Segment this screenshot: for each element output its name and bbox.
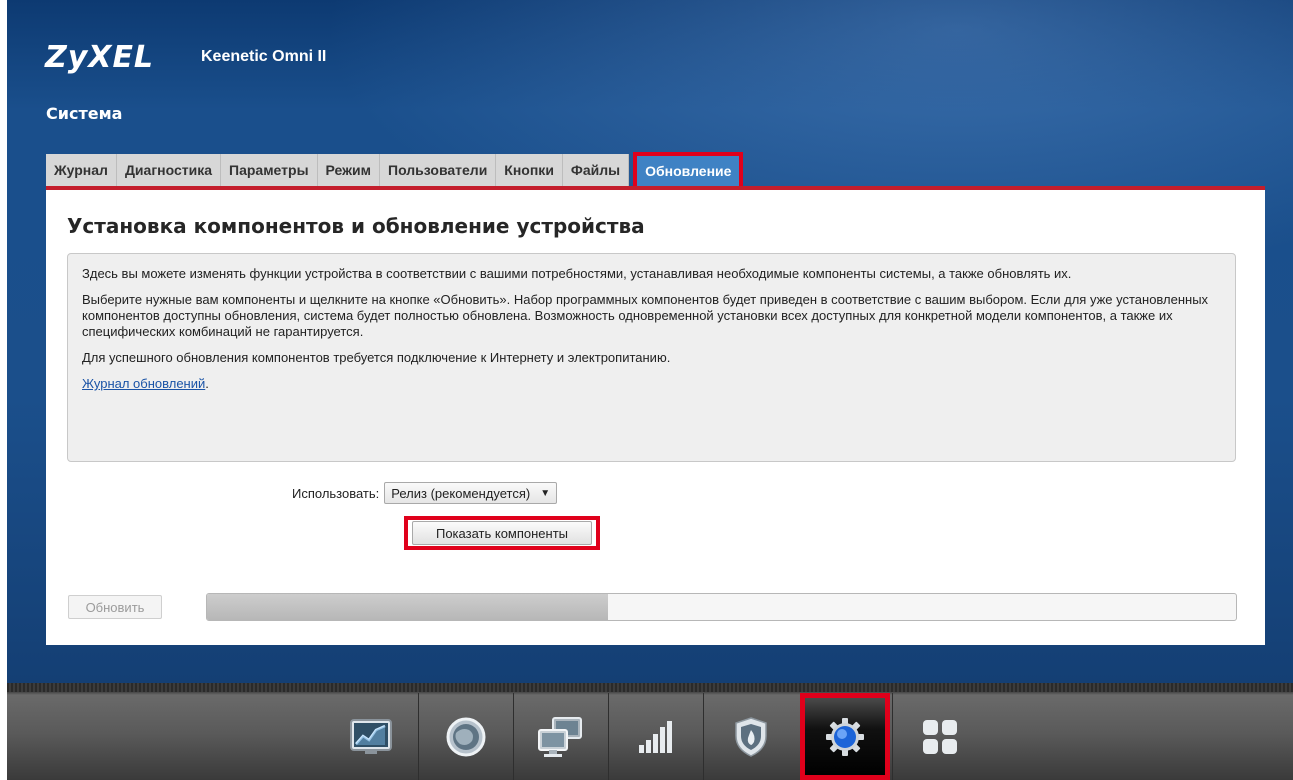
globe-icon — [446, 717, 486, 756]
header-area: ZyXEL Keenetic Omni II Система Журнал Ди… — [7, 0, 1293, 683]
tab-buttons[interactable]: Кнопки — [496, 154, 563, 186]
tab-files[interactable]: Файлы — [562, 154, 630, 186]
info-paragraph: Для успешного обновления компонентов тре… — [82, 350, 671, 365]
info-box: Здесь вы можете изменять функции устройс… — [67, 253, 1236, 462]
update-button[interactable]: Обновить — [68, 595, 162, 619]
network-computers-icon — [538, 716, 582, 757]
dock-item-internet[interactable] — [418, 693, 513, 780]
dropdown-arrow-icon: ▼ — [540, 487, 551, 499]
tab-mode[interactable]: Режим — [317, 154, 381, 186]
release-select[interactable]: Релиз (рекомендуется) ▼ — [384, 482, 558, 504]
tab-update[interactable]: Обновление — [633, 152, 744, 190]
use-label: Использовать: — [292, 485, 380, 501]
brand-logo: ZyXEL — [45, 40, 155, 75]
model-name: Keenetic Omni II — [201, 48, 327, 65]
progress-fill — [207, 594, 609, 620]
page-title: Установка компонентов и обновление устро… — [67, 214, 645, 238]
release-select-value: Релиз (рекомендуется) — [391, 485, 531, 501]
tab-parameters[interactable]: Параметры — [221, 154, 318, 186]
section-title: Система — [46, 104, 123, 123]
dock-item-security[interactable] — [703, 693, 798, 780]
log-link-row: Журнал обновлений. — [82, 376, 1221, 392]
dock-item-apps[interactable] — [892, 693, 987, 780]
dock — [323, 693, 987, 780]
dock-item-monitor[interactable] — [323, 693, 418, 780]
tab-bar: Журнал Диагностика Параметры Режим Польз… — [46, 152, 744, 190]
log-link-suffix: . — [205, 376, 209, 391]
tab-users[interactable]: Пользователи — [380, 154, 497, 186]
signal-bars-icon — [639, 720, 672, 753]
content-panel: Установка компонентов и обновление устро… — [46, 190, 1265, 645]
dock-item-system[interactable] — [800, 693, 890, 780]
update-log-link[interactable]: Журнал обновлений — [82, 376, 205, 391]
dock-item-network[interactable] — [513, 693, 608, 780]
gear-icon — [826, 717, 864, 756]
monitor-chart-icon — [349, 718, 392, 754]
use-row: Использовать: Релиз (рекомендуется) ▼ — [292, 482, 558, 504]
tab-journal[interactable]: Журнал — [46, 154, 117, 186]
dock-item-wifi[interactable] — [608, 693, 703, 780]
shield-fire-icon — [735, 716, 767, 757]
bottom-dock-bar — [7, 683, 1293, 780]
show-components-button[interactable]: Показать компоненты — [412, 521, 592, 545]
tab-diagnostics[interactable]: Диагностика — [116, 154, 222, 186]
app-window: ZyXEL Keenetic Omni II Система Журнал Ди… — [7, 0, 1293, 780]
progress-bar — [206, 593, 1237, 621]
apps-grid-icon — [923, 719, 957, 754]
info-paragraph: Здесь вы можете изменять функции устройс… — [82, 266, 1072, 281]
info-paragraph: Выберите нужные вам компоненты и щелкнит… — [82, 292, 1209, 339]
show-components-highlight: Показать компоненты — [404, 516, 600, 550]
